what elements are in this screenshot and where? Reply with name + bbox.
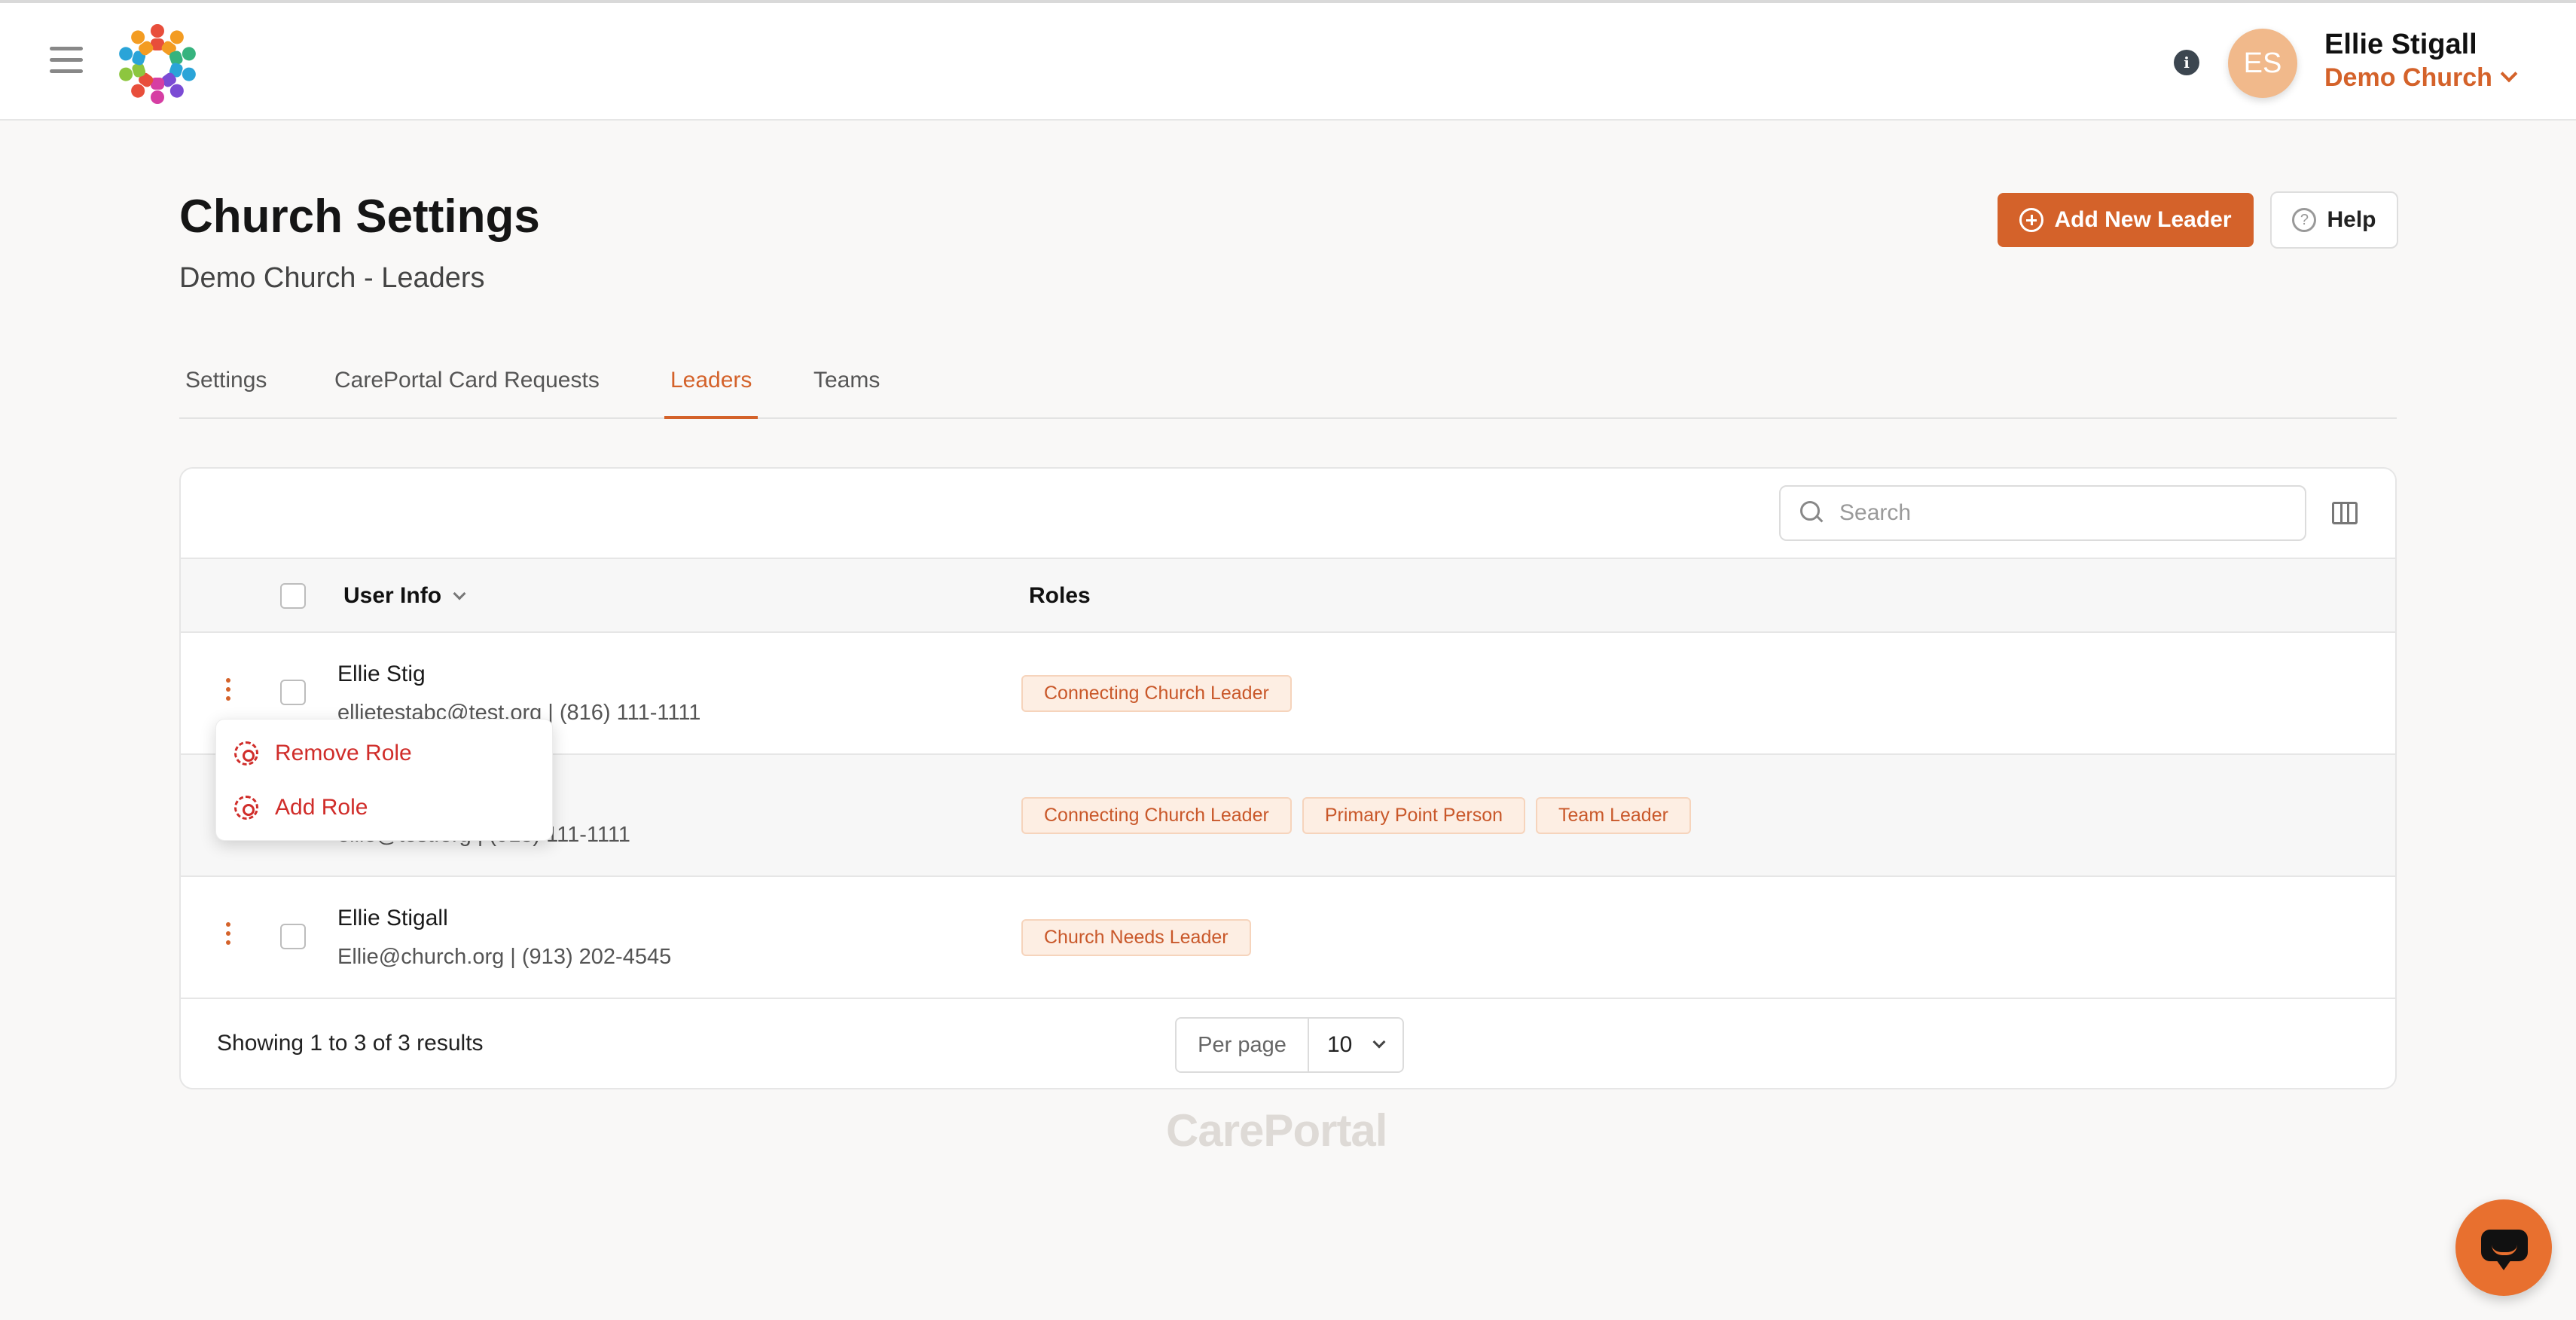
role-tag: Church Needs Leader (1021, 919, 1251, 956)
user-name: Ellie Stig (337, 662, 426, 686)
role-tag: Connecting Church Leader (1021, 675, 1292, 712)
results-summary: Showing 1 to 3 of 3 results (217, 1031, 484, 1056)
tab-teams[interactable]: Teams (813, 368, 880, 419)
page-subtitle: Demo Church - Leaders (179, 262, 485, 294)
page-title: Church Settings (179, 191, 540, 243)
role-tags: Church Needs Leader (1021, 919, 1251, 956)
user-contact: Ellie@church.org | (913) 202-4545 (337, 945, 672, 969)
remove-role-menu-item[interactable]: Remove Role (234, 741, 412, 766)
search-box[interactable] (1779, 485, 2306, 541)
user-name: Ellie Stigall (2324, 29, 2477, 60)
menu-item-label: Remove Role (275, 741, 412, 765)
table-row: Ellie Stigall Ellie@church.org | (913) 2… (181, 877, 2395, 999)
app-logo[interactable] (110, 17, 205, 112)
column-header-roles: Roles (1029, 583, 1091, 608)
row-actions-menu: Remove Role Add Role (215, 719, 553, 841)
role-tag: Team Leader (1536, 797, 1691, 834)
chat-icon (2481, 1230, 2528, 1270)
role-tag: Primary Point Person (1302, 797, 1526, 834)
avatar[interactable]: ES (2228, 29, 2297, 98)
church-switcher[interactable]: Demo Church (2324, 63, 2518, 93)
gear-icon (234, 796, 258, 820)
column-header-user-info[interactable]: User Info (343, 583, 466, 609)
table-header: User Info Roles (181, 558, 2395, 633)
help-button[interactable]: ? Help (2270, 191, 2398, 249)
hamburger-menu-icon[interactable] (50, 47, 83, 74)
row-checkbox[interactable] (280, 924, 306, 949)
plus-circle-icon (2019, 208, 2044, 232)
tab-settings[interactable]: Settings (185, 368, 267, 419)
column-label: User Info (343, 583, 442, 608)
role-tags: Connecting Church Leader Primary Point P… (1021, 797, 1691, 834)
chevron-down-icon (2500, 65, 2518, 83)
add-role-menu-item[interactable]: Add Role (234, 795, 368, 820)
per-page-select[interactable]: 10 (1309, 1032, 1402, 1058)
user-name: Ellie Stigall (337, 906, 448, 930)
per-page-value: 10 (1327, 1032, 1353, 1057)
add-new-leader-button[interactable]: Add New Leader (1998, 193, 2254, 247)
kebab-icon[interactable] (226, 678, 232, 708)
chevron-down-icon (1372, 1035, 1386, 1049)
role-tags: Connecting Church Leader (1021, 675, 1292, 712)
top-bar: i ES Ellie Stigall Demo Church (0, 0, 2576, 121)
tab-bar: Settings CarePortal Card Requests Leader… (179, 354, 2397, 419)
question-circle-icon: ? (2292, 208, 2317, 232)
kebab-icon[interactable] (226, 922, 232, 952)
church-name: Demo Church (2324, 63, 2492, 92)
chevron-down-icon (453, 587, 466, 600)
chat-button[interactable] (2455, 1199, 2552, 1296)
per-page-selector[interactable]: Per page 10 (1175, 1017, 1404, 1073)
select-all-checkbox[interactable] (280, 583, 306, 609)
help-label: Help (2327, 207, 2376, 232)
info-icon[interactable]: i (2174, 50, 2199, 75)
per-page-label: Per page (1177, 1019, 1309, 1071)
search-input[interactable] (1839, 500, 2291, 526)
menu-item-label: Add Role (275, 795, 368, 820)
row-checkbox[interactable] (280, 680, 306, 705)
gear-icon (234, 741, 258, 765)
tab-careportal-card-requests[interactable]: CarePortal Card Requests (334, 368, 600, 419)
tab-leaders[interactable]: Leaders (664, 368, 758, 419)
search-icon (1800, 501, 1824, 525)
careportal-footer-logo: CarePortal (1166, 1105, 1387, 1156)
columns-icon[interactable] (2332, 502, 2358, 524)
add-new-leader-label: Add New Leader (2054, 207, 2232, 232)
role-tag: Connecting Church Leader (1021, 797, 1292, 834)
